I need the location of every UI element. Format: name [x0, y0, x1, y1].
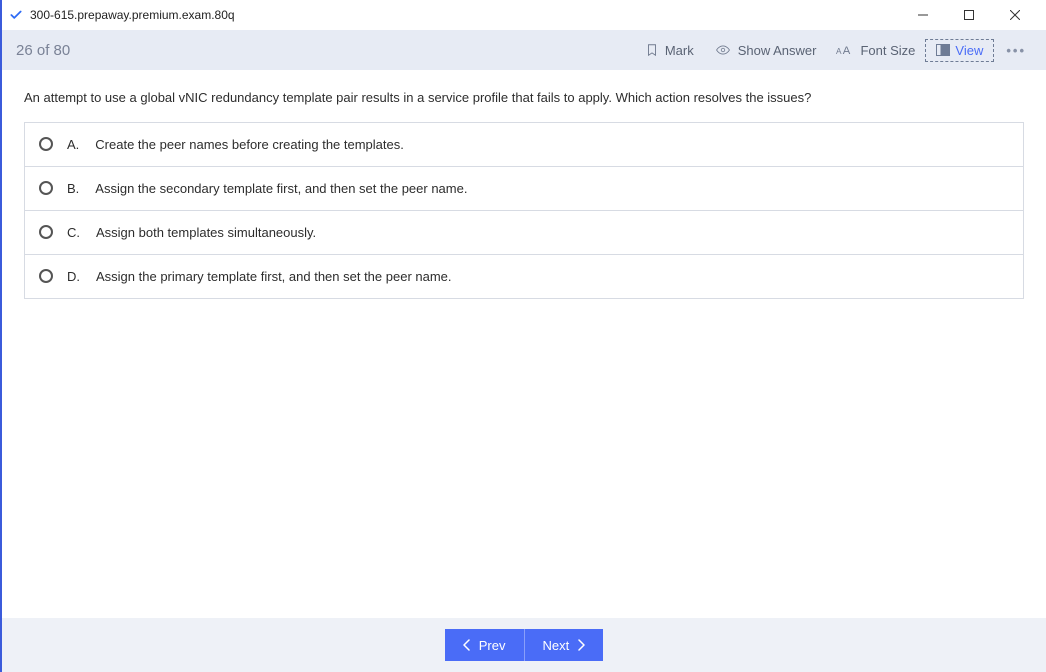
chevron-left-icon — [463, 639, 471, 651]
option-text: Assign both templates simultaneously. — [96, 225, 316, 240]
mark-label: Mark — [665, 43, 694, 58]
prev-button[interactable]: Prev — [445, 629, 525, 661]
bookmark-icon — [645, 42, 659, 58]
view-button[interactable]: View — [925, 39, 994, 62]
question-text: An attempt to use a global vNIC redundan… — [24, 88, 1024, 108]
title-bar: 300-615.prepaway.premium.exam.80q — [2, 0, 1046, 30]
prev-label: Prev — [479, 638, 506, 653]
question-area: An attempt to use a global vNIC redundan… — [2, 70, 1046, 618]
close-button[interactable] — [992, 0, 1038, 30]
minimize-button[interactable] — [900, 0, 946, 30]
option-letter: B. — [67, 181, 79, 196]
chevron-right-icon — [577, 639, 585, 651]
font-size-button[interactable]: AA Font Size — [826, 39, 925, 62]
show-answer-button[interactable]: Show Answer — [704, 39, 827, 62]
svg-text:A: A — [836, 47, 842, 56]
more-icon: ••• — [1006, 43, 1026, 58]
question-progress: 26 of 80 — [16, 42, 70, 59]
view-label: View — [955, 43, 983, 58]
option-letter: A. — [67, 137, 79, 152]
radio-icon — [39, 269, 53, 283]
next-label: Next — [543, 638, 570, 653]
mark-button[interactable]: Mark — [635, 38, 704, 62]
option-c[interactable]: C. Assign both templates simultaneously. — [25, 211, 1023, 255]
option-text: Assign the primary template first, and t… — [96, 269, 452, 284]
option-b[interactable]: B. Assign the secondary template first, … — [25, 167, 1023, 211]
option-letter: D. — [67, 269, 80, 284]
svg-text:A: A — [843, 45, 851, 57]
option-text: Create the peer names before creating th… — [95, 137, 404, 152]
option-letter: C. — [67, 225, 80, 240]
view-layout-icon — [936, 44, 950, 56]
radio-icon — [39, 181, 53, 195]
more-button[interactable]: ••• — [1000, 39, 1032, 62]
footer-nav: Prev Next — [2, 618, 1046, 672]
app-icon — [8, 7, 24, 23]
show-answer-label: Show Answer — [738, 43, 817, 58]
window-title: 300-615.prepaway.premium.exam.80q — [30, 8, 235, 22]
radio-icon — [39, 225, 53, 239]
options-list: A. Create the peer names before creating… — [24, 122, 1024, 299]
eye-icon — [714, 43, 732, 57]
option-d[interactable]: D. Assign the primary template first, an… — [25, 255, 1023, 298]
maximize-button[interactable] — [946, 0, 992, 30]
radio-icon — [39, 137, 53, 151]
next-button[interactable]: Next — [525, 629, 604, 661]
option-a[interactable]: A. Create the peer names before creating… — [25, 123, 1023, 167]
font-size-icon: AA — [836, 43, 854, 57]
font-size-label: Font Size — [860, 43, 915, 58]
toolbar: 26 of 80 Mark Show Answer AA Font Size V… — [2, 30, 1046, 70]
option-text: Assign the secondary template first, and… — [95, 181, 467, 196]
